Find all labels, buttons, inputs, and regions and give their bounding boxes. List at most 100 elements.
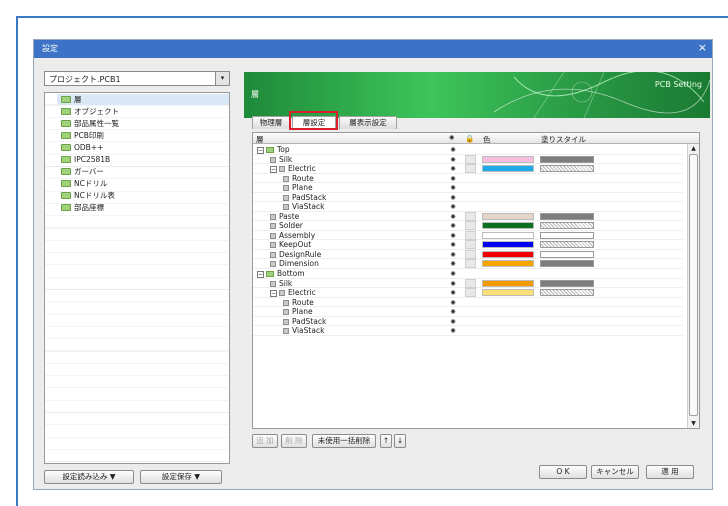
lock-toggle[interactable]: [465, 278, 476, 288]
fill-style-swatch[interactable]: [540, 260, 594, 268]
layer-row[interactable]: PadStack ◉: [253, 317, 683, 327]
load-settings-button[interactable]: 設定読み込み ▼: [44, 470, 134, 484]
lock-toggle[interactable]: [465, 249, 476, 259]
scroll-up-icon[interactable]: ▲: [688, 144, 699, 153]
eye-icon[interactable]: ◉: [449, 146, 457, 153]
lock-toggle[interactable]: [465, 230, 476, 240]
layer-row[interactable]: − Bottom ◉: [253, 269, 683, 279]
color-swatch[interactable]: [482, 231, 534, 239]
eye-icon[interactable]: ◉: [449, 184, 457, 191]
eye-icon[interactable]: ◉: [449, 241, 457, 248]
layer-row[interactable]: Route ◉: [253, 174, 683, 184]
lock-toggle[interactable]: [465, 240, 476, 250]
tree-item-nc-drill[interactable]: NCドリル: [61, 178, 107, 189]
tree-item-gerber[interactable]: ガーバー: [61, 166, 104, 177]
tree-item-pcb-print[interactable]: PCB印刷: [61, 130, 104, 141]
layer-row[interactable]: ViaStack ◉: [253, 326, 683, 336]
layer-row[interactable]: Plane ◉: [253, 307, 683, 317]
eye-icon[interactable]: ◉: [449, 280, 457, 287]
tree-item-ipc2581b[interactable]: IPC2581B: [61, 154, 110, 165]
expand-icon[interactable]: −: [257, 146, 264, 154]
eye-icon[interactable]: ◉: [449, 327, 457, 334]
scroll-down-icon[interactable]: ▼: [688, 419, 699, 428]
fill-style-swatch[interactable]: [540, 222, 594, 230]
color-swatch[interactable]: [482, 260, 534, 268]
move-down-button[interactable]: ↓: [394, 434, 406, 448]
color-swatch[interactable]: [482, 212, 534, 220]
layer-row[interactable]: Paste ◉: [253, 211, 683, 222]
color-swatch[interactable]: [482, 222, 534, 230]
layer-row[interactable]: Solder ◉: [253, 221, 683, 231]
eye-icon[interactable]: ◉: [449, 175, 457, 182]
eye-icon[interactable]: ◉: [449, 251, 457, 258]
eye-icon[interactable]: ◉: [449, 299, 457, 306]
scroll-thumb[interactable]: [689, 154, 698, 416]
layer-row[interactable]: ViaStack ◉: [253, 202, 683, 212]
eye-icon[interactable]: ◉: [449, 165, 457, 172]
tree-item-part-coordinates[interactable]: 部品座標: [61, 202, 104, 213]
eye-icon[interactable]: ◉: [449, 232, 457, 239]
color-swatch[interactable]: [482, 155, 534, 163]
layer-row[interactable]: DesignRule ◉: [253, 249, 683, 260]
tree-item-odb[interactable]: ODB++: [61, 142, 103, 153]
fill-style-swatch[interactable]: [540, 289, 594, 297]
fill-style-swatch[interactable]: [540, 279, 594, 287]
lock-toggle[interactable]: [465, 288, 476, 298]
delete-button[interactable]: 削 除: [281, 434, 307, 448]
layer-row[interactable]: − Electric ◉: [253, 288, 683, 298]
tree-item-layer[interactable]: 層: [57, 94, 229, 105]
color-swatch[interactable]: [482, 241, 534, 249]
layer-row[interactable]: Assembly ◉: [253, 230, 683, 241]
tree-item-object[interactable]: オブジェクト: [61, 106, 119, 117]
eye-icon[interactable]: ◉: [449, 270, 457, 277]
eye-icon[interactable]: ◉: [449, 289, 457, 296]
chevron-down-icon[interactable]: ▾: [215, 72, 229, 85]
apply-button[interactable]: 適 用: [646, 465, 694, 479]
fill-style-swatch[interactable]: [540, 165, 594, 173]
eye-icon[interactable]: ◉: [449, 194, 457, 201]
eye-icon[interactable]: ◉: [449, 260, 457, 267]
eye-icon[interactable]: ◉: [449, 308, 457, 315]
lock-toggle[interactable]: [465, 259, 476, 269]
layer-row[interactable]: Plane ◉: [253, 183, 683, 193]
lock-toggle[interactable]: [465, 221, 476, 231]
save-settings-button[interactable]: 設定保存 ▼: [140, 470, 222, 484]
eye-icon[interactable]: ◉: [449, 156, 457, 163]
layer-row[interactable]: Route ◉: [253, 298, 683, 308]
layer-row[interactable]: Silk ◉: [253, 154, 683, 165]
layer-row[interactable]: − Electric ◉: [253, 164, 683, 174]
tab-physical-layers[interactable]: 物理層: [252, 116, 290, 129]
eye-icon[interactable]: ◉: [449, 222, 457, 229]
layer-row[interactable]: − Top ◉: [253, 145, 683, 155]
fill-style-swatch[interactable]: [540, 241, 594, 249]
add-button[interactable]: 追 加: [252, 434, 278, 448]
color-swatch[interactable]: [482, 250, 534, 258]
eye-icon[interactable]: ◉: [449, 213, 457, 220]
eye-icon[interactable]: ◉: [449, 203, 457, 210]
project-select[interactable]: プロジェクト.PCB1 ▾: [44, 71, 230, 86]
lock-toggle[interactable]: [465, 211, 476, 221]
cancel-button[interactable]: キャンセル: [591, 465, 639, 479]
layer-row[interactable]: KeepOut ◉: [253, 240, 683, 250]
expand-icon[interactable]: −: [257, 270, 264, 278]
layer-row[interactable]: Silk ◉: [253, 278, 683, 289]
expand-icon[interactable]: −: [270, 165, 277, 173]
remove-unused-button[interactable]: 未使用一括削除: [312, 434, 376, 448]
color-swatch[interactable]: [482, 289, 534, 297]
lock-toggle[interactable]: [465, 164, 476, 174]
lock-toggle[interactable]: [465, 154, 476, 164]
ok-button[interactable]: O K: [539, 465, 587, 479]
vertical-scrollbar[interactable]: ▲ ▼: [687, 144, 699, 428]
layer-row[interactable]: PadStack ◉: [253, 193, 683, 203]
close-icon[interactable]: ×: [698, 41, 707, 54]
fill-style-swatch[interactable]: [540, 155, 594, 163]
fill-style-swatch[interactable]: [540, 212, 594, 220]
tree-item-nc-drill-table[interactable]: NCドリル表: [61, 190, 115, 201]
eye-icon[interactable]: ◉: [449, 318, 457, 325]
color-swatch[interactable]: [482, 165, 534, 173]
expand-icon[interactable]: −: [270, 289, 277, 297]
fill-style-swatch[interactable]: [540, 231, 594, 239]
layer-row[interactable]: Dimension ◉: [253, 259, 683, 269]
color-swatch[interactable]: [482, 279, 534, 287]
tab-layer-display-settings[interactable]: 層表示設定: [339, 116, 397, 129]
